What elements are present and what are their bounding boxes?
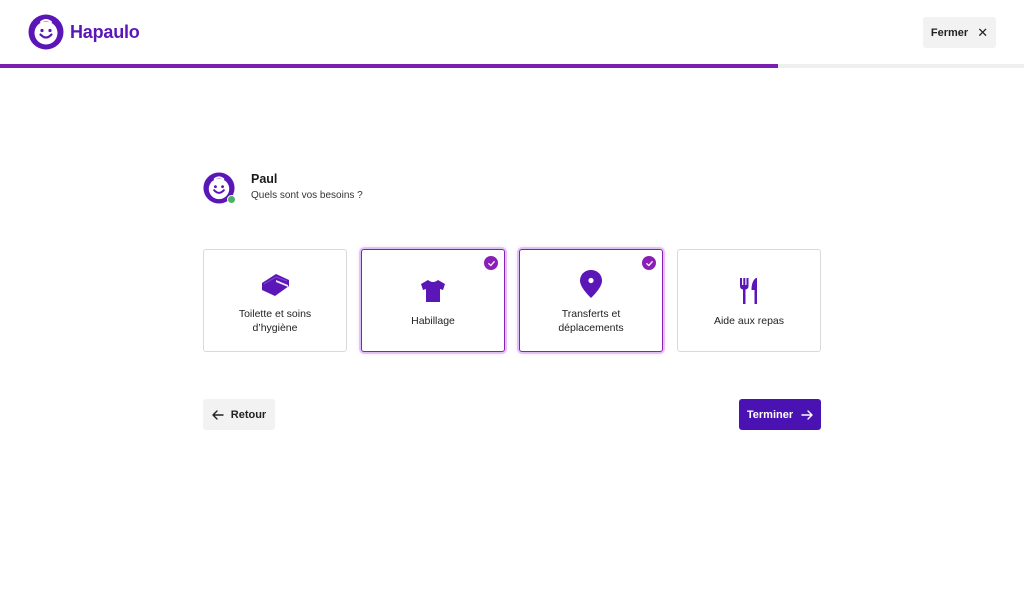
question-text: Quels sont vos besoins ?: [251, 190, 363, 201]
header: Hapaulo Fermer ✕: [0, 0, 1024, 66]
arrow-right-icon: [801, 409, 813, 420]
option-card-dressing[interactable]: Habillage: [361, 249, 505, 352]
close-label: Fermer: [930, 26, 969, 39]
back-button[interactable]: Retour: [203, 399, 275, 430]
question-block: Paul Quels sont vos besoins ?: [203, 171, 503, 205]
logo[interactable]: Hapaulo: [28, 14, 140, 50]
smiley-logo-icon: [28, 14, 64, 50]
progress-fill: [0, 64, 779, 68]
back-label: Retour: [230, 408, 267, 421]
option-card-transfers[interactable]: Transferts et déplacements: [519, 249, 663, 352]
option-label: Habillage: [411, 314, 455, 327]
check-icon: [484, 256, 498, 270]
options-grid: Toilette et soins d’hygiène Habillage Tr…: [203, 249, 821, 352]
option-label: Toilette et soins d’hygiène: [238, 307, 312, 334]
avatar: [203, 172, 236, 204]
check-icon: [642, 256, 656, 270]
tshirt-icon: [416, 274, 450, 308]
assistant-name: Paul: [251, 172, 278, 186]
finish-button[interactable]: Terminer: [739, 399, 821, 430]
option-card-meals[interactable]: Aide aux repas: [677, 249, 821, 352]
option-label: Transferts et déplacements: [558, 307, 624, 334]
fork-knife-icon: [732, 274, 766, 308]
location-pin-icon: [574, 267, 608, 301]
option-label: Aide aux repas: [713, 314, 785, 327]
online-status-dot: [227, 195, 236, 204]
close-button[interactable]: Fermer ✕: [923, 17, 996, 48]
brand-name: Hapaulo: [70, 21, 140, 42]
arrow-left-icon: [212, 409, 224, 420]
progress-bar: [0, 64, 1024, 68]
towel-icon: [258, 267, 292, 301]
option-card-hygiene[interactable]: Toilette et soins d’hygiène: [203, 249, 347, 352]
close-icon: ✕: [977, 24, 989, 40]
finish-label: Terminer: [746, 408, 794, 421]
